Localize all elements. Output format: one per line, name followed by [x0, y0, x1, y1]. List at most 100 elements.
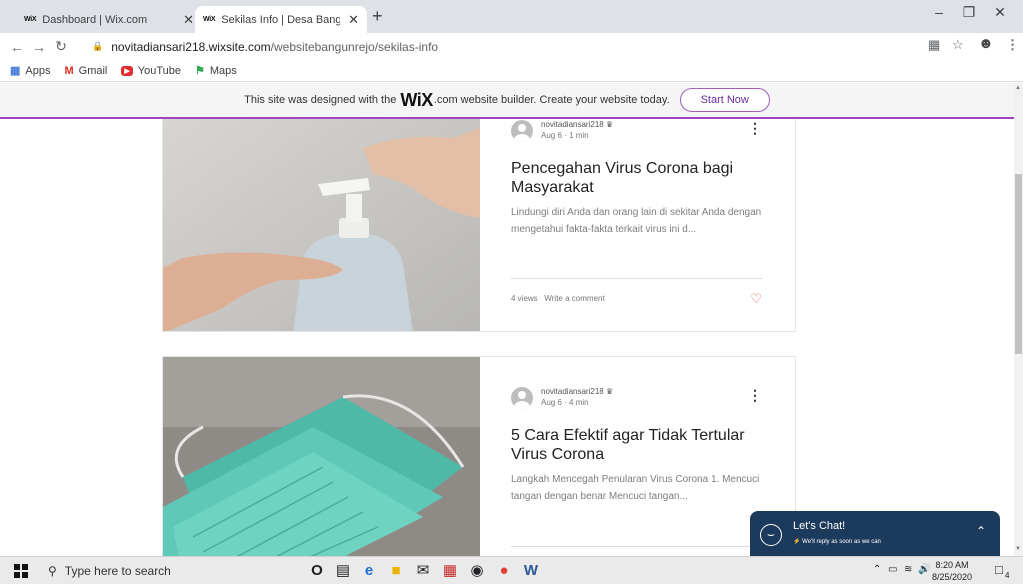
cortana-icon[interactable]: O [306, 561, 328, 581]
tab-dashboard[interactable]: WiX Dashboard | Wix.com ✕ [16, 6, 202, 33]
divider [511, 546, 762, 547]
bookmark-label: Maps [209, 64, 237, 77]
chat-subtitle-text: We'll reply as soon as we can [802, 539, 881, 545]
scroll-down-icon[interactable]: ▼ [1015, 546, 1021, 552]
file-explorer-icon[interactable]: ■ [385, 561, 407, 581]
bookmarks-bar: ▦ Apps M Gmail ▶ YouTube ⚑ Maps [0, 60, 1023, 82]
wifi-icon[interactable]: ≋ [904, 564, 912, 575]
avatar [511, 120, 533, 142]
new-tab-button[interactable]: + [372, 6, 383, 26]
more-options-icon[interactable]: ⋮ [748, 387, 762, 404]
tab-sekilas-info[interactable]: WiX Sekilas Info | Desa Bangun Rejo ✕ [195, 6, 367, 33]
screen: WiX Dashboard | Wix.com ✕ WiX Sekilas In… [0, 0, 1023, 584]
divider [511, 278, 762, 279]
chrome-icon[interactable]: ● [493, 561, 515, 581]
wix-logo: WiX [400, 89, 433, 110]
post-card[interactable]: novitadiansari218 ♛ Aug 6 · 1 min ⋮ Penc… [162, 119, 796, 332]
bookmark-gmail[interactable]: M Gmail [64, 65, 107, 77]
store-icon[interactable]: ▦ [439, 561, 461, 581]
back-icon[interactable]: ← [6, 39, 28, 55]
close-tab-icon[interactable]: ✕ [183, 12, 194, 28]
post-title[interactable]: Pencegahan Virus Corona bagi Masyarakat [511, 159, 762, 197]
windows-taskbar: ⚲ Type here to search O ▤ e ■ ✉ ▦ ◉ ● W … [0, 556, 1023, 584]
clock-date: 8/25/2020 [932, 572, 973, 582]
profile-icon[interactable]: ☻ [978, 35, 994, 52]
reload-icon[interactable]: ↻ [50, 38, 72, 55]
volume-icon[interactable]: 🔊 [918, 564, 930, 575]
post-author[interactable]: novitadiansari218 ♛ Aug 6 · 1 min [511, 120, 613, 142]
close-window-icon[interactable]: ✕ [985, 4, 1015, 21]
post-meta: Aug 6 · 4 min [541, 398, 589, 407]
post-stats: 4 views Write a comment [511, 294, 605, 303]
wix-favicon: WiX [203, 16, 216, 23]
page-scrollbar[interactable]: ▲ ▼ [1014, 83, 1023, 556]
author-name: novitadiansari218 [541, 120, 604, 129]
bookmark-youtube[interactable]: ▶ YouTube [121, 65, 181, 77]
tab-title: Dashboard | Wix.com [42, 13, 148, 26]
bolt-icon: ⚡ [793, 539, 801, 545]
notification-icon[interactable]: □ [995, 562, 1003, 577]
chat-subtitle: ⚡ We'll reply as soon as we can [793, 538, 881, 545]
lock-icon: 🔒 [92, 41, 104, 51]
tab-strip: WiX Dashboard | Wix.com ✕ WiX Sekilas In… [0, 0, 1023, 33]
edge-icon[interactable]: e [358, 561, 380, 581]
search-icon: ⚲ [48, 564, 57, 578]
page-content: novitadiansari218 ♛ Aug 6 · 1 min ⋮ Penc… [0, 119, 1014, 556]
notification-count: 4 [1005, 571, 1010, 580]
write-comment-link[interactable]: Write a comment [544, 294, 604, 303]
post-image-face-masks[interactable] [163, 357, 480, 556]
battery-icon[interactable]: ▭ [888, 564, 897, 575]
windows-start-icon[interactable] [14, 564, 28, 578]
post-card[interactable]: novitadiansari218 ♛ Aug 6 · 4 min ⋮ 5 Ca… [162, 356, 796, 556]
apps-grid-icon: ▦ [10, 65, 21, 77]
search-placeholder: Type here to search [64, 564, 171, 578]
restore-icon[interactable]: ❐ [954, 4, 984, 21]
bookmark-apps[interactable]: ▦ Apps [10, 64, 51, 78]
scroll-up-icon[interactable]: ▲ [1015, 85, 1021, 91]
mail-icon[interactable]: ✉ [412, 561, 434, 581]
system-clock[interactable]: 8:20 AM 8/25/2020 [932, 559, 972, 583]
post-image-hand-sanitizer[interactable] [163, 119, 480, 331]
post-meta: Aug 6 · 1 min [541, 131, 589, 140]
view-count: 4 views [511, 294, 538, 303]
bookmark-label: YouTube [137, 64, 182, 77]
wix-favicon: WiX [24, 16, 37, 23]
avatar [511, 387, 533, 409]
url-host: novitadiansari218.wixsite.com [111, 39, 271, 54]
author-name: novitadiansari218 [541, 387, 604, 396]
gmail-icon: M [64, 64, 74, 77]
more-options-icon[interactable]: ⋮ [748, 120, 762, 137]
camera-icon[interactable]: ◉ [466, 561, 488, 581]
crown-icon: ♛ [605, 387, 614, 396]
bookmark-maps[interactable]: ⚑ Maps [195, 64, 237, 78]
tab-title: Sekilas Info | Desa Bangun Rejo [221, 13, 341, 26]
chevron-up-icon[interactable]: ⌃ [976, 524, 986, 538]
crown-icon: ♛ [605, 120, 614, 129]
bookmark-star-icon[interactable]: ☆ [952, 37, 964, 53]
post-title[interactable]: 5 Cara Efektif agar Tidak Tertular Virus… [511, 426, 762, 464]
taskbar-search[interactable]: ⚲ Type here to search [48, 561, 293, 581]
show-hidden-icons-icon[interactable]: ⌃ [873, 564, 881, 575]
forward-icon[interactable]: → [28, 39, 50, 55]
chat-widget[interactable]: ⌣ Let's Chat! ⚡ We'll reply as soon as w… [750, 511, 1000, 556]
scrollbar-thumb[interactable] [1015, 174, 1022, 354]
address-bar[interactable]: 🔒 novitadiansari218.wixsite.com/websiteb… [92, 36, 438, 57]
chat-title: Let's Chat! [793, 520, 846, 532]
post-excerpt: Langkah Mencegah Penularan Virus Corona … [511, 474, 760, 502]
start-now-button[interactable]: Start Now [679, 88, 770, 112]
post-excerpt: Lindungi diri Anda dan orang lain di sek… [511, 207, 762, 235]
post-body: novitadiansari218 ♛ Aug 6 · 1 min ⋮ Penc… [511, 119, 762, 331]
minimize-icon[interactable]: – [924, 4, 954, 20]
bookmark-label: Apps [25, 64, 51, 77]
menu-kebab-icon[interactable]: ⋮ [1006, 37, 1019, 53]
close-tab-icon[interactable]: ✕ [348, 12, 359, 28]
word-icon[interactable]: W [520, 561, 542, 581]
post-author[interactable]: novitadiansari218 ♛ Aug 6 · 4 min [511, 387, 613, 409]
browser-toolbar: ← → ↻ 🔒 novitadiansari218.wixsite.com/we… [0, 33, 1023, 60]
task-view-icon[interactable]: ▤ [332, 561, 354, 581]
translate-icon[interactable]: ▦ [928, 37, 940, 53]
youtube-icon: ▶ [121, 65, 133, 76]
heart-icon[interactable]: ♡ [750, 291, 762, 307]
bookmark-label: Gmail [78, 64, 108, 77]
banner-text-before: This site was designed with the [244, 94, 397, 106]
